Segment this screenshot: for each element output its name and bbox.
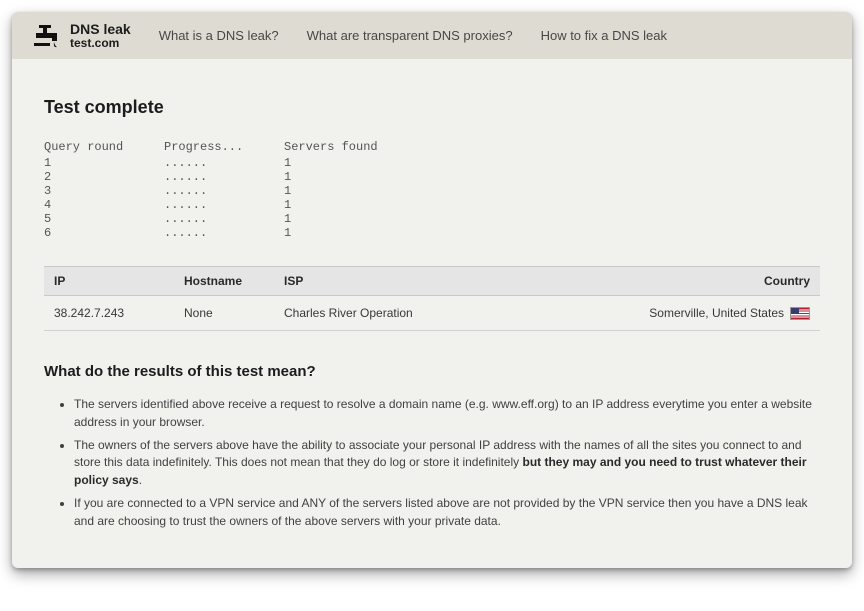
progress-header: Query round Progress... Servers found	[44, 140, 820, 154]
cell-isp: Charles River Operation	[284, 306, 620, 320]
faucet-icon	[34, 23, 64, 49]
logo-text: DNS leak test.com	[70, 22, 131, 49]
results-row: 38.242.7.243 None Charles River Operatio…	[44, 296, 820, 331]
explain-item: The owners of the servers above have the…	[74, 437, 820, 489]
progress-row: 4......1	[44, 198, 820, 212]
progress-row: 2......1	[44, 170, 820, 184]
progress-label-found: Servers found	[284, 140, 820, 154]
dns-leak-window: DNS leak test.com What is a DNS leak? Wh…	[12, 12, 852, 568]
site-logo[interactable]: DNS leak test.com	[34, 22, 131, 49]
cell-hostname: None	[184, 306, 284, 320]
progress-row: 6......1	[44, 226, 820, 240]
results-table: IP Hostname ISP Country 38.242.7.243 Non…	[44, 266, 820, 331]
explain-heading: What do the results of this test mean?	[44, 363, 820, 380]
top-nav: DNS leak test.com What is a DNS leak? Wh…	[12, 12, 852, 59]
col-hostname: Hostname	[184, 274, 284, 288]
progress-row: 5......1	[44, 212, 820, 226]
content-area: Test complete Query round Progress... Se…	[12, 59, 852, 568]
progress-row: 3......1	[44, 184, 820, 198]
logo-line2: test.com	[70, 37, 131, 50]
explain-list: The servers identified above receive a r…	[44, 396, 820, 530]
page-title: Test complete	[44, 97, 820, 118]
progress-label-progress: Progress...	[164, 140, 284, 154]
logo-line1: DNS leak	[70, 22, 131, 37]
nav-link-transparent-proxies[interactable]: What are transparent DNS proxies?	[307, 28, 513, 43]
progress-row: 1......1	[44, 156, 820, 170]
explain-item: If you are connected to a VPN service an…	[74, 495, 820, 530]
cell-country: Somerville, United States	[620, 306, 810, 320]
progress-label-round: Query round	[44, 140, 164, 154]
col-ip: IP	[54, 274, 184, 288]
nav-link-what-is[interactable]: What is a DNS leak?	[159, 28, 279, 43]
cell-ip: 38.242.7.243	[54, 306, 184, 320]
explain-item: The servers identified above receive a r…	[74, 396, 820, 431]
progress-table: Query round Progress... Servers found 1.…	[44, 140, 820, 240]
us-flag-icon	[790, 307, 810, 320]
nav-link-how-to-fix[interactable]: How to fix a DNS leak	[541, 28, 667, 43]
country-text: Somerville, United States	[649, 306, 784, 320]
results-header-row: IP Hostname ISP Country	[44, 266, 820, 296]
col-isp: ISP	[284, 274, 620, 288]
col-country: Country	[620, 274, 810, 288]
